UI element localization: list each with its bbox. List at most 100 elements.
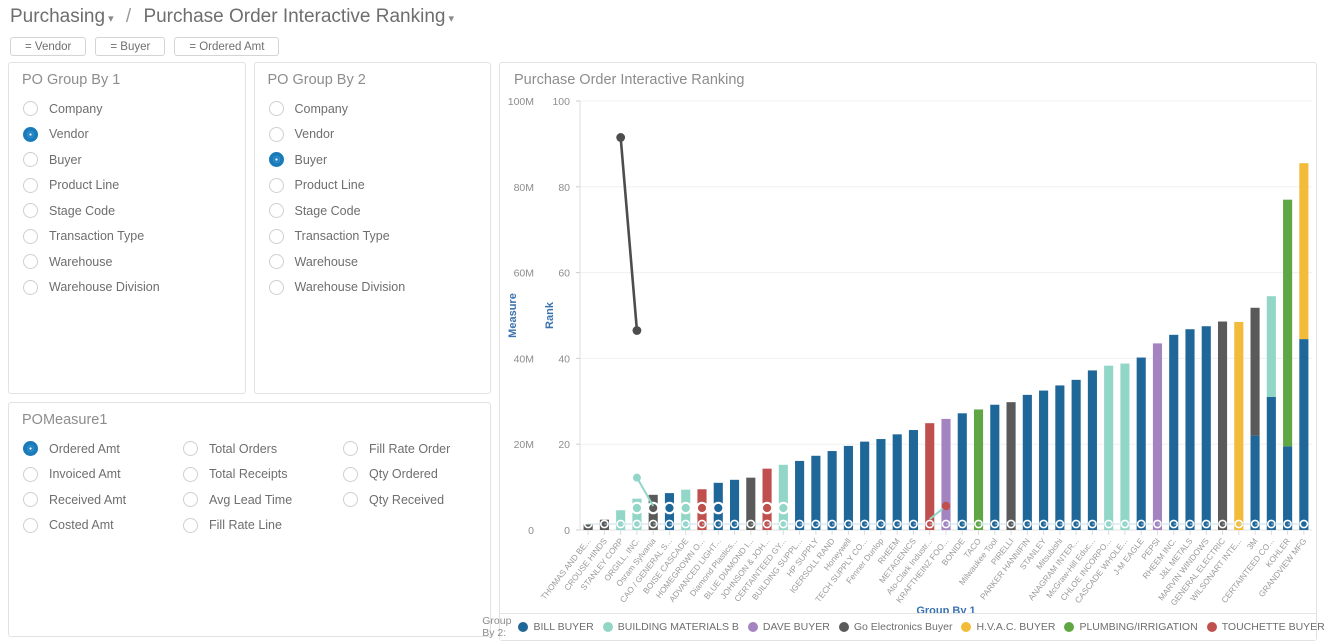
- bar-segment[interactable]: [1055, 385, 1065, 530]
- bar-segment[interactable]: [1120, 363, 1130, 530]
- measure-option-fill-rate-line[interactable]: Fill Rate Line: [169, 513, 329, 539]
- bar-segment[interactable]: [925, 423, 935, 530]
- bar-group[interactable]: [1234, 321, 1244, 530]
- bar-segment[interactable]: [1136, 357, 1146, 530]
- bar-segment[interactable]: [1250, 307, 1260, 436]
- bar-group[interactable]: [876, 439, 886, 530]
- group-by-2-option-product-line[interactable]: Product Line: [255, 173, 491, 199]
- bar-group[interactable]: [1022, 394, 1032, 530]
- radio-button[interactable]: [23, 228, 38, 244]
- bar-segment[interactable]: [843, 445, 853, 530]
- bar-segment[interactable]: [1185, 329, 1195, 530]
- bar-group[interactable]: [1087, 370, 1097, 530]
- bar-segment[interactable]: [1299, 163, 1309, 340]
- group-by-2-option-vendor[interactable]: Vendor: [255, 122, 491, 148]
- radio-button[interactable]: [23, 254, 38, 270]
- bar-segment[interactable]: [1217, 321, 1228, 530]
- bar-segment[interactable]: [1201, 326, 1211, 530]
- bar-segment[interactable]: [1283, 199, 1293, 447]
- group-by-1-option-warehouse-division[interactable]: Warehouse Division: [9, 275, 245, 301]
- bar-group[interactable]: [957, 413, 967, 530]
- bar-group[interactable]: [892, 434, 902, 530]
- filter-chip-ordered-amt[interactable]: = Ordered Amt: [174, 37, 280, 56]
- bar-segment[interactable]: [1104, 365, 1114, 530]
- bar-group[interactable]: [1055, 385, 1065, 530]
- legend-item[interactable]: Go Electronics Buyer: [838, 621, 952, 633]
- rank-line-point[interactable]: [632, 326, 642, 335]
- breadcrumb-item-purchasing[interactable]: Purchasing ▾: [10, 6, 114, 27]
- bar-segment[interactable]: [1006, 402, 1016, 530]
- radio-button[interactable]: [183, 517, 198, 533]
- group-by-1-option-product-line[interactable]: Product Line: [9, 173, 245, 199]
- bar-group[interactable]: [1136, 357, 1146, 530]
- bar-group[interactable]: [908, 430, 919, 530]
- bar-segment[interactable]: [1169, 334, 1179, 530]
- radio-button[interactable]: [268, 126, 284, 142]
- chart-plot-area[interactable]: 0 0 20M 20 40M 40 60M 60 80M 80 100M 100 Measure Rank…: [500, 93, 1316, 640]
- rank-line[interactable]: [619, 137, 639, 331]
- legend-item[interactable]: BUILDING MATERIALS B: [602, 621, 739, 633]
- group-by-1-option-warehouse[interactable]: Warehouse: [9, 249, 245, 275]
- measure-option-total-receipts[interactable]: Total Receipts: [169, 462, 329, 488]
- bar-segment[interactable]: [892, 434, 902, 530]
- bar-segment[interactable]: [1283, 446, 1293, 530]
- bar-group[interactable]: [1006, 402, 1016, 530]
- group-by-1-option-buyer[interactable]: Buyer: [9, 147, 245, 173]
- measure-option-received-amt[interactable]: Received Amt: [9, 487, 169, 513]
- group-by-1-option-company[interactable]: Company: [9, 96, 245, 122]
- bar-segment[interactable]: [957, 413, 967, 530]
- bar-segment[interactable]: [990, 404, 1000, 530]
- group-by-1-option-vendor[interactable]: Vendor: [9, 122, 245, 148]
- bar-segment[interactable]: [1071, 379, 1081, 530]
- radio-button[interactable]: [23, 203, 38, 219]
- bar-group[interactable]: [1201, 326, 1211, 530]
- radio-button[interactable]: [268, 228, 284, 244]
- bar-group[interactable]: [1299, 163, 1309, 530]
- group-by-2-option-stage-code[interactable]: Stage Code: [255, 198, 491, 224]
- radio-button[interactable]: [343, 492, 358, 508]
- bar-group[interactable]: [1169, 334, 1179, 530]
- rank-line-point[interactable]: [616, 133, 626, 142]
- bar-segment[interactable]: [1039, 390, 1049, 530]
- radio-button[interactable]: [183, 441, 198, 457]
- measure-option-invoiced-amt[interactable]: Invoiced Amt: [9, 462, 169, 488]
- bar-group[interactable]: [941, 418, 951, 530]
- bar-segment[interactable]: [1250, 435, 1260, 530]
- radio-button[interactable]: [23, 466, 38, 482]
- measure-option-costed-amt[interactable]: Costed Amt: [9, 513, 169, 539]
- measure-option-qty-received[interactable]: Qty Received: [329, 487, 489, 513]
- radio-button[interactable]: [23, 279, 38, 295]
- bar-group[interactable]: [1283, 199, 1293, 530]
- radio-button[interactable]: [23, 101, 38, 117]
- bar-group[interactable]: [1250, 307, 1260, 530]
- bar-segment[interactable]: [1266, 296, 1276, 397]
- radio-button[interactable]: [268, 152, 284, 168]
- radio-button[interactable]: [183, 492, 198, 508]
- bar-group[interactable]: [1152, 343, 1163, 530]
- radio-button[interactable]: [23, 126, 38, 142]
- bar-group[interactable]: [925, 423, 935, 530]
- measure-option-total-orders[interactable]: Total Orders: [169, 436, 329, 462]
- bar-segment[interactable]: [811, 455, 821, 530]
- radio-button[interactable]: [23, 152, 38, 168]
- bar-segment[interactable]: [941, 418, 951, 530]
- bar-group[interactable]: [1071, 379, 1081, 530]
- group-by-2-option-transaction-type[interactable]: Transaction Type: [255, 224, 491, 250]
- bar-group[interactable]: [843, 445, 853, 530]
- legend-item[interactable]: BILL BUYER: [518, 621, 594, 633]
- bar-group[interactable]: [1217, 321, 1228, 530]
- bar-group[interactable]: [1039, 390, 1049, 530]
- radio-button[interactable]: [268, 279, 284, 295]
- bar-segment[interactable]: [1266, 397, 1276, 530]
- breadcrumb-item-report[interactable]: Purchase Order Interactive Ranking ▾: [143, 6, 454, 27]
- bar-group[interactable]: [990, 404, 1000, 530]
- chevron-down-icon[interactable]: ▾: [108, 13, 114, 25]
- measure-option-avg-lead-time[interactable]: Avg Lead Time: [169, 487, 329, 513]
- radio-button[interactable]: [268, 203, 284, 219]
- bar-group[interactable]: [1104, 365, 1114, 530]
- chevron-down-icon[interactable]: ▾: [448, 13, 454, 25]
- radio-button[interactable]: [268, 101, 284, 117]
- radio-button[interactable]: [23, 517, 38, 533]
- bar-segment[interactable]: [876, 439, 886, 530]
- measure-option-fill-rate-order[interactable]: Fill Rate Order: [329, 436, 489, 462]
